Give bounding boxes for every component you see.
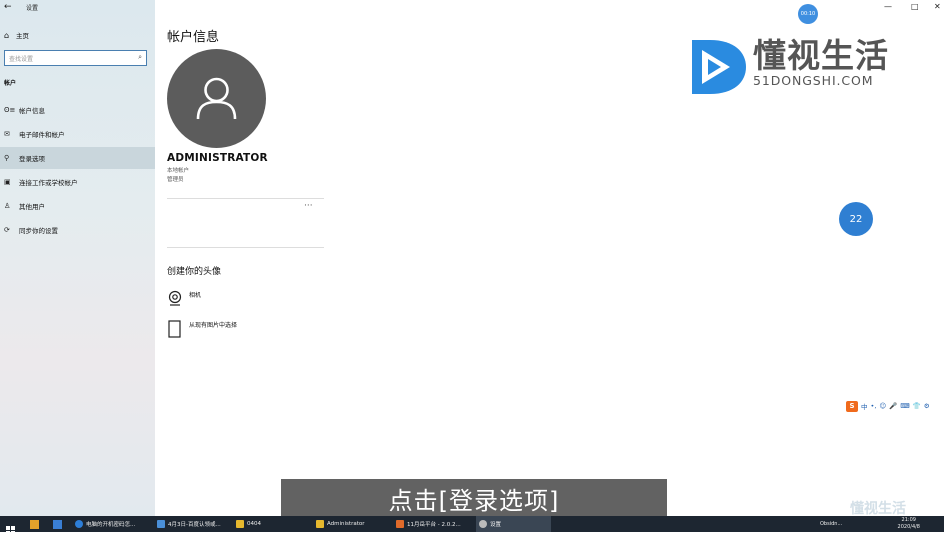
sidebar-item-label: 登录选项 [19, 155, 45, 163]
account-role: 管理员 [167, 177, 184, 183]
weather-widget[interactable]: 22 [839, 202, 873, 236]
home-icon: ⌂ [4, 30, 10, 40]
ime-item[interactable]: 中 [861, 401, 868, 411]
sogou-icon: S [846, 400, 858, 412]
record-timer: 00:10 [798, 4, 818, 24]
taskbar-app-active[interactable]: 设置 [476, 516, 551, 532]
ime-item[interactable]: ⌨ [900, 402, 909, 410]
camera-icon [167, 290, 189, 308]
sidebar-item-label: 帐户信息 [19, 107, 45, 115]
taskbar-app[interactable]: 0404 [236, 516, 261, 532]
sidebar-item-signin-options[interactable]: ⚲ 登录选项 [0, 147, 155, 169]
folder-icon [316, 520, 324, 528]
ime-item[interactable]: 🎤 [889, 402, 897, 410]
minimize-button[interactable]: — [884, 2, 892, 11]
title-bar: ← 设置 [0, 0, 155, 15]
maximize-button[interactable]: □ [911, 2, 919, 11]
taskbar-app-label: 0404 [247, 521, 261, 527]
ime-item[interactable]: 👕 [913, 402, 921, 410]
site-logo: 懂视生活 51DONGSHI.COM [688, 38, 898, 98]
taskbar-app[interactable]: 电脑的开机密码怎... [75, 516, 135, 532]
more-options-button[interactable]: ··· [304, 201, 313, 211]
sidebar-item-label: 电子邮件和帐户 [19, 131, 65, 139]
account-name: ADMINISTRATOR [167, 152, 268, 164]
ime-toolbar[interactable]: S 中 •, ☺ 🎤 ⌨ 👕 ⚙ [846, 400, 930, 412]
start-icon[interactable] [6, 520, 15, 535]
taskbar-app-label: 4月3日-百度认领或... [168, 522, 221, 528]
mail-icon: ✉ [4, 130, 10, 138]
clock[interactable]: 21:09 2020/4/8 [898, 517, 920, 531]
window-title: 设置 [26, 5, 39, 12]
settings-sidebar: ← 设置 ⌂ 主页 查找设置 ⌕ 帐户 ʘ≡ 帐户信息 ✉ 电子邮件和帐户 ⚲ … [0, 0, 155, 516]
person-add-icon: ♙ [4, 202, 11, 210]
taskbar-app-label: Administrator [327, 521, 365, 527]
sync-icon: ⟳ [4, 226, 10, 234]
home-label: 主页 [16, 32, 29, 40]
choose-picture-option[interactable]: 从现有图片中选择 [167, 320, 237, 340]
doc-icon [157, 520, 165, 528]
sidebar-item-label: 连接工作或学校帐户 [19, 179, 78, 187]
camera-option[interactable]: 相机 [167, 290, 201, 308]
browser-icon [75, 520, 83, 528]
search-icon: ⌕ [138, 53, 142, 61]
logo-d-icon [692, 40, 746, 94]
taskbar: 电脑的开机密码怎... 4月3日-百度认领或... 0404 Administr… [0, 516, 944, 535]
sidebar-item-account-info[interactable]: ʘ≡ 帐户信息 [0, 99, 155, 121]
person-card-icon: ʘ≡ [4, 106, 16, 114]
sidebar-item-other-users[interactable]: ♙ 其他用户 [0, 195, 155, 217]
taskbar-app[interactable]: 11月岳平台 - 2.0.2... [396, 516, 461, 532]
taskbar-app-label: 电脑的开机密码怎... [86, 522, 136, 528]
sidebar-item-sync[interactable]: ⟳ 同步你的设置 [0, 219, 155, 241]
weather-temp: 22 [849, 213, 863, 225]
camera-label: 相机 [189, 292, 202, 299]
logo-english-text: 51DONGSHI.COM [753, 73, 874, 88]
watermark: 懂视生活 [850, 501, 906, 517]
sidebar-item-work-school[interactable]: ▣ 连接工作或学校帐户 [0, 171, 155, 193]
taskbar-app-label: 设置 [490, 522, 502, 528]
clock-date: 2020/4/8 [897, 524, 920, 530]
sidebar-item-label: 同步你的设置 [19, 227, 58, 235]
taskbar-app[interactable]: 4月3日-百度认领或... [157, 516, 221, 532]
section-heading: 帐户 [4, 80, 17, 87]
sidebar-item-label: 其他用户 [19, 203, 45, 211]
clock-time: 21:09 [901, 517, 916, 523]
close-button[interactable]: ✕ [934, 2, 941, 11]
tray-text: Obsidn... [820, 521, 843, 527]
ime-item[interactable]: ⚙ [924, 402, 930, 410]
taskbar-app[interactable]: Administrator [316, 516, 365, 532]
platform-icon [396, 520, 404, 528]
page-title: 帐户信息 [167, 30, 220, 45]
account-type: 本地帐户 [167, 168, 190, 174]
search-placeholder: 查找设置 [9, 56, 34, 63]
settings-search-input[interactable]: 查找设置 ⌕ [4, 50, 147, 66]
store-icon[interactable] [30, 520, 39, 529]
avatar [167, 49, 266, 148]
taskbar-app-label: 11月岳平台 - 2.0.2... [407, 522, 461, 528]
back-arrow-icon[interactable]: ← [4, 2, 12, 12]
logo-chinese-text: 懂视生活 [753, 36, 889, 75]
divider [167, 247, 324, 248]
home-link[interactable]: ⌂ 主页 [4, 29, 29, 41]
choose-picture-label: 从现有图片中选择 [189, 322, 238, 329]
create-avatar-heading: 创建你的头像 [167, 267, 222, 277]
folder-icon [236, 520, 244, 528]
key-icon: ⚲ [4, 154, 10, 162]
app-icon[interactable] [53, 520, 62, 529]
divider [167, 198, 324, 199]
briefcase-icon: ▣ [4, 178, 11, 186]
picture-icon [167, 320, 189, 340]
ime-item[interactable]: ☺ [879, 402, 886, 410]
video-subtitle: 点击[登录选项] [281, 479, 667, 517]
gear-icon [479, 520, 487, 528]
person-icon [196, 77, 237, 120]
ime-item[interactable]: •, [871, 402, 877, 410]
sidebar-item-email[interactable]: ✉ 电子邮件和帐户 [0, 123, 155, 145]
